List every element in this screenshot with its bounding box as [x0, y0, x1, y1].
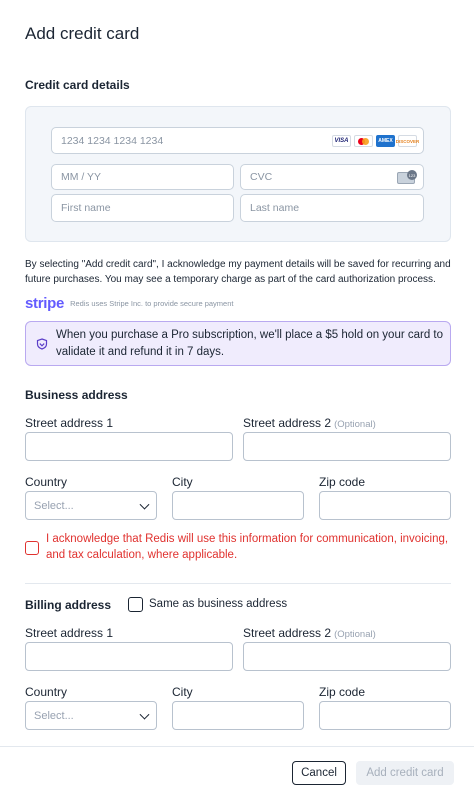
- first-name-placeholder: First name: [61, 202, 111, 214]
- amex-icon: AMEX: [376, 135, 395, 147]
- billing-country-label: Country: [25, 685, 68, 699]
- business-zip-label: Zip code: [319, 475, 366, 489]
- billing-street2-label-text: Street address 2: [243, 626, 332, 640]
- business-street1-label: Street address 1: [25, 416, 114, 430]
- billing-street2-input[interactable]: [243, 642, 451, 671]
- expiry-placeholder: MM / YY: [61, 171, 102, 183]
- cvc-card-icon: [397, 170, 417, 184]
- last-name-placeholder: Last name: [250, 202, 300, 214]
- billing-street1-input[interactable]: [25, 642, 233, 671]
- billing-city-input[interactable]: [172, 701, 304, 730]
- card-details-box: 1234 1234 1234 1234 VISA AMEX DISCOVER M…: [25, 106, 451, 242]
- acknowledgement-text: I acknowledge that Redis will use this i…: [46, 533, 449, 561]
- card-brands: VISA AMEX DISCOVER: [332, 135, 419, 147]
- acknowledgement-checkbox[interactable]: [25, 541, 39, 555]
- business-zip-input[interactable]: [319, 491, 451, 520]
- card-section-heading: Credit card details: [25, 78, 130, 92]
- stripe-row: stripe Redis uses Stripe Inc. to provide…: [25, 295, 233, 312]
- business-street2-label-text: Street address 2: [243, 416, 332, 430]
- optional-tag: (Optional): [334, 629, 376, 640]
- business-street2-input[interactable]: [243, 432, 451, 461]
- billing-country-placeholder: Select...: [34, 709, 74, 722]
- business-street2-label: Street address 2 (Optional): [243, 416, 376, 430]
- discover-icon: DISCOVER: [396, 135, 419, 147]
- business-city-input[interactable]: [172, 491, 304, 520]
- billing-street2-label: Street address 2 (Optional): [243, 626, 376, 640]
- business-address-heading: Business address: [25, 388, 128, 402]
- business-country-placeholder: Select...: [34, 499, 74, 512]
- billing-address-heading: Billing address: [25, 598, 112, 612]
- card-number-input[interactable]: 1234 1234 1234 1234 VISA AMEX DISCOVER: [51, 127, 424, 154]
- billing-zip-label: Zip code: [319, 685, 366, 699]
- footer-divider: [0, 746, 474, 747]
- hold-notice: When you purchase a Pro subscription, we…: [25, 321, 451, 366]
- visa-icon: VISA: [332, 135, 351, 147]
- billing-city-label: City: [172, 685, 193, 699]
- stripe-logo: stripe: [25, 295, 65, 312]
- last-name-input[interactable]: Last name: [240, 194, 424, 222]
- cancel-button[interactable]: Cancel: [292, 761, 346, 785]
- same-as-business-checkbox[interactable]: [128, 597, 143, 612]
- optional-tag: (Optional): [334, 419, 376, 430]
- add-credit-card-button[interactable]: Add credit card: [356, 761, 454, 785]
- dialog-title: Add credit card: [25, 24, 140, 43]
- business-country-label: Country: [25, 475, 68, 489]
- chevron-down-icon: [139, 499, 150, 510]
- mastercard-icon: [354, 135, 373, 147]
- card-number-placeholder: 1234 1234 1234 1234: [61, 134, 164, 147]
- hold-notice-text: When you purchase a Pro subscription, we…: [56, 328, 444, 358]
- billing-country-select[interactable]: Select...: [25, 701, 157, 730]
- business-street1-input[interactable]: [25, 432, 233, 461]
- billing-zip-input[interactable]: [319, 701, 451, 730]
- expiry-input[interactable]: MM / YY: [51, 164, 234, 190]
- chevron-down-icon: [139, 709, 150, 720]
- consent-text: By selecting "Add credit card", I acknow…: [25, 259, 451, 285]
- same-as-business-label[interactable]: Same as business address: [149, 598, 287, 610]
- section-divider: [25, 583, 451, 584]
- cvc-input[interactable]: CVC: [240, 164, 424, 190]
- stripe-note: Redis uses Stripe Inc. to provide secure…: [70, 299, 234, 308]
- business-city-label: City: [172, 475, 193, 489]
- business-country-select[interactable]: Select...: [25, 491, 157, 520]
- billing-street1-label: Street address 1: [25, 626, 114, 640]
- first-name-input[interactable]: First name: [51, 194, 234, 222]
- shield-icon: [36, 337, 48, 350]
- cvc-placeholder: CVC: [250, 171, 273, 183]
